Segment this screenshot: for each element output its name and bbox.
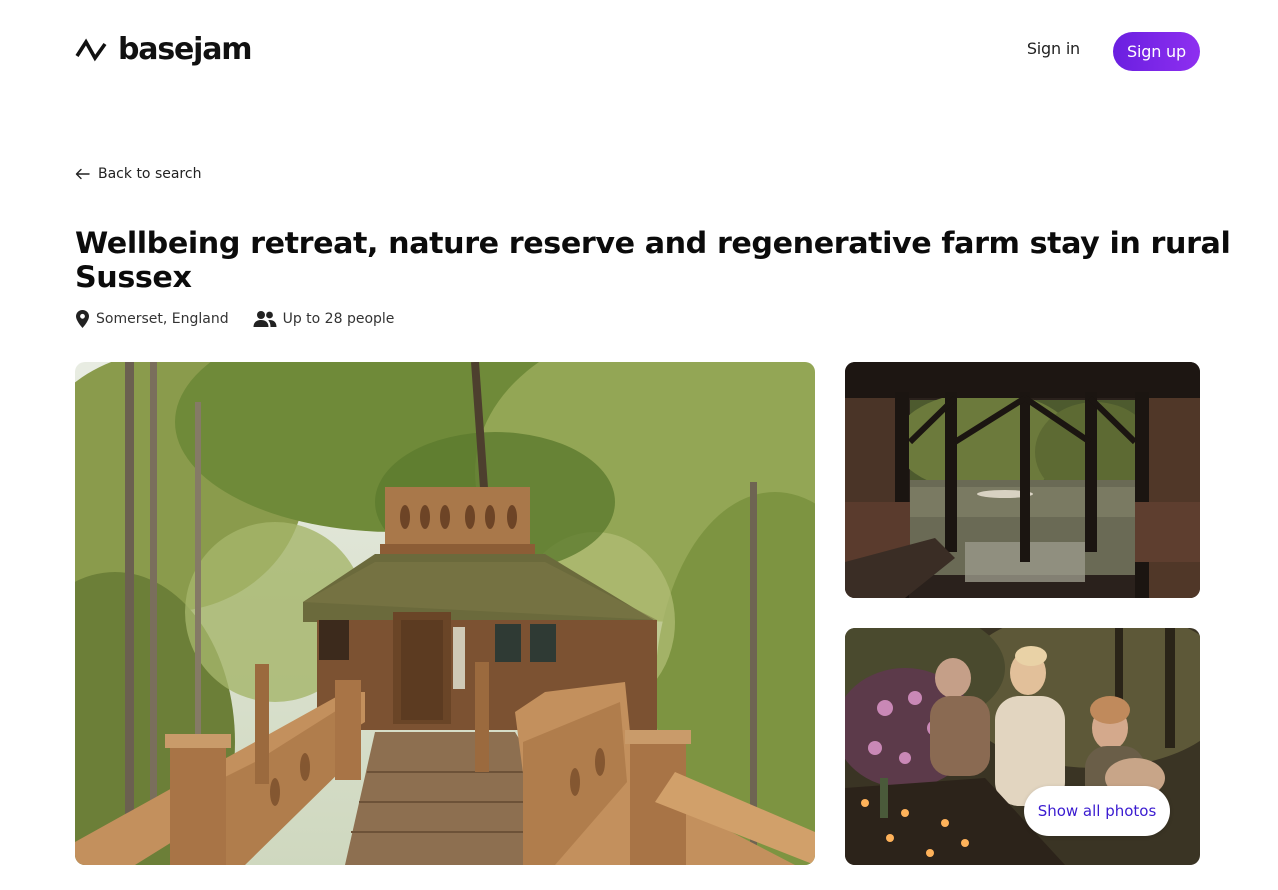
treehouse-image — [75, 362, 815, 865]
arrow-left-icon — [75, 168, 90, 180]
zigzag-logo-icon — [75, 38, 107, 62]
main-photo-treehouse[interactable] — [75, 362, 815, 865]
boathouse-image — [845, 362, 1200, 598]
people-icon — [253, 311, 277, 327]
back-to-search-link[interactable]: Back to search — [75, 166, 201, 182]
sign-up-button[interactable]: Sign up — [1113, 32, 1200, 71]
back-label: Back to search — [98, 166, 202, 182]
photo-boathouse[interactable] — [845, 362, 1200, 598]
location-text: Somerset, England — [96, 311, 229, 327]
logo-text: basejam — [118, 32, 253, 67]
logo[interactable]: basejam — [75, 32, 253, 68]
capacity: Up to 28 people — [253, 310, 395, 328]
page-title: Wellbeing retreat, nature reserve and re… — [75, 226, 1231, 294]
listing-meta: Somerset, England Up to 28 people — [75, 309, 418, 329]
location: Somerset, England — [75, 309, 229, 329]
map-pin-icon — [76, 310, 89, 328]
show-all-photos-button[interactable]: Show all photos — [1024, 786, 1170, 836]
capacity-text: Up to 28 people — [282, 311, 395, 327]
sign-in-link[interactable]: Sign in — [1027, 39, 1080, 58]
site-header: basejam Sign in Sign up — [75, 30, 1200, 72]
